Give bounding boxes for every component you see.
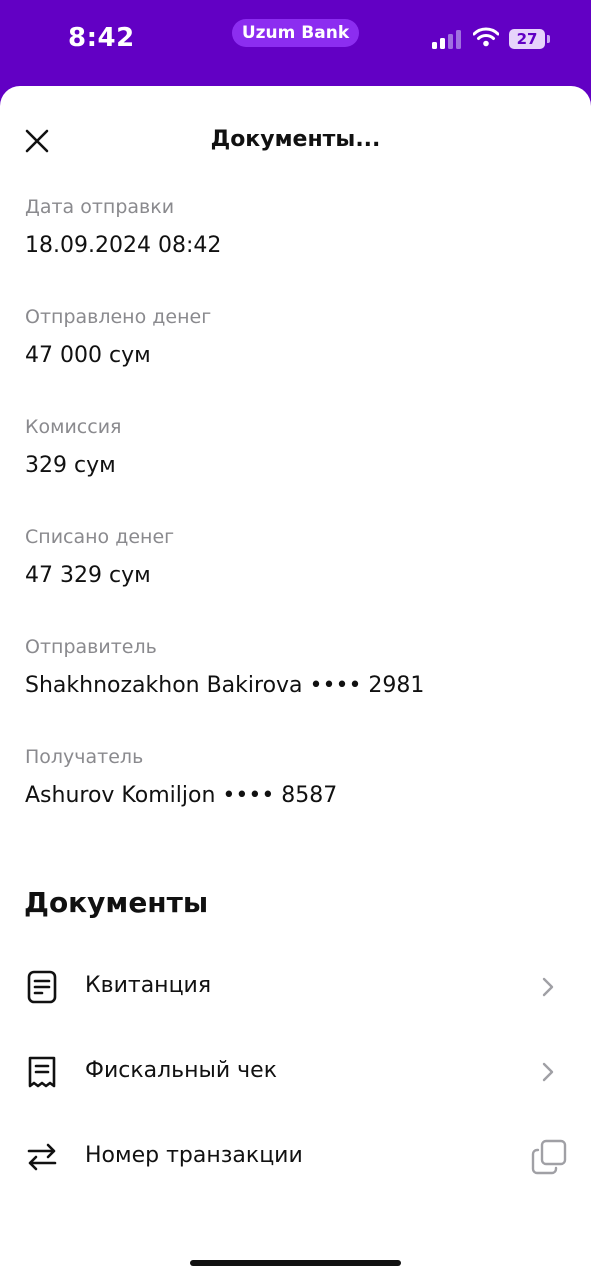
status-bar: 8:42 Uzum Bank 27	[0, 0, 591, 90]
send-date-label: Дата отправки	[25, 196, 175, 218]
sent-amount-label: Отправлено денег	[25, 306, 212, 328]
debited-amount-value: 47 329 сум	[25, 563, 151, 588]
status-time: 8:42	[68, 23, 135, 53]
fiscal-receipt-icon	[28, 1056, 56, 1088]
sender-value: Shakhnozakhon Bakirova •••• 2981	[25, 673, 425, 698]
app-pill[interactable]: Uzum Bank	[232, 19, 359, 47]
document-item-transaction-id[interactable]: Номер транзакции	[0, 1121, 591, 1191]
debited-amount-label: Списано денег	[25, 526, 175, 548]
documents-section-title: Документы	[24, 886, 209, 919]
send-date-value: 18.09.2024 08:42	[25, 233, 222, 258]
recipient-value: Ashurov Komiljon •••• 8587	[25, 783, 338, 808]
sender-label: Отправитель	[25, 636, 157, 658]
copy-icon[interactable]	[530, 1138, 568, 1176]
document-item-label: Фискальный чек	[85, 1058, 277, 1083]
document-item-label: Номер транзакции	[85, 1143, 303, 1168]
transfer-arrows-icon	[27, 1143, 57, 1171]
details-sheet: Документы... Дата отправки 18.09.2024 08…	[0, 86, 591, 1280]
commission-label: Комиссия	[25, 416, 122, 438]
battery-tip	[547, 35, 550, 43]
sent-amount-value: 47 000 сум	[25, 343, 151, 368]
recipient-label: Получатель	[25, 746, 144, 768]
chevron-right-icon	[542, 977, 554, 997]
wifi-icon	[473, 27, 499, 47]
document-item-receipt[interactable]: Квитанция	[0, 951, 591, 1021]
commission-value: 329 сум	[25, 453, 116, 478]
receipt-doc-icon	[27, 970, 57, 1004]
battery-icon: 27	[509, 29, 545, 49]
page-title: Документы...	[210, 127, 381, 152]
document-item-label: Квитанция	[85, 973, 212, 998]
home-indicator	[190, 1260, 401, 1266]
document-item-fiscal-receipt[interactable]: Фискальный чек	[0, 1036, 591, 1106]
cellular-signal-icon	[432, 29, 462, 49]
chevron-right-icon	[542, 1062, 554, 1082]
